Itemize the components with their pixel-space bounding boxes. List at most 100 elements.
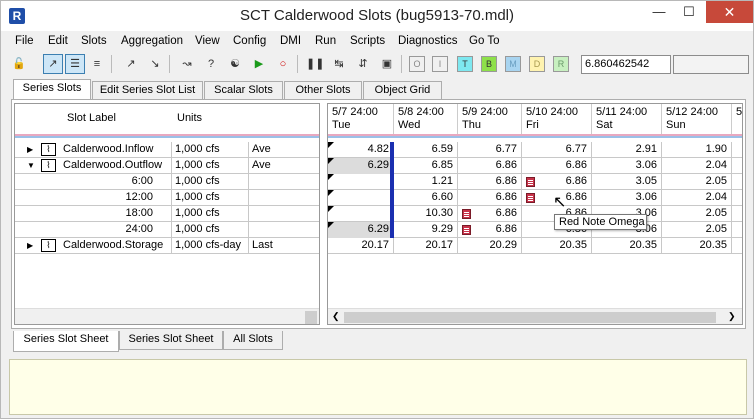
flag-d-icon[interactable]: D	[529, 56, 545, 72]
menu-diagnostics[interactable]: Diagnostics	[398, 35, 457, 47]
grid-cell[interactable]: 6.86	[458, 174, 522, 190]
tab-scalar-slots[interactable]: Scalar Slots	[204, 81, 283, 100]
slot-row[interactable]: 18:00 1,000 cfs	[15, 206, 319, 222]
menu-run[interactable]: Run	[315, 35, 336, 47]
expand-icon[interactable]: ▶	[27, 142, 33, 157]
note-icon[interactable]	[526, 177, 535, 187]
tab-series-slots[interactable]: Series Slots	[13, 79, 91, 100]
close-slot-icon[interactable]: ↘	[145, 54, 165, 74]
grid-cell[interactable]: 20.29	[458, 238, 522, 254]
date-column-header[interactable]: 5/8 24:00 Wed	[394, 104, 458, 134]
grid-cell[interactable]: 20.35	[662, 238, 732, 254]
grid-cell[interactable]: 4.82	[328, 142, 394, 158]
grid-cell[interactable]: 3.05	[592, 174, 662, 190]
bottom-tab-2[interactable]: Series Slot Sheet	[119, 331, 223, 350]
flag-o-icon[interactable]: O	[409, 56, 425, 72]
flag-b-icon[interactable]: B	[481, 56, 497, 72]
date-column-header[interactable]: 5/12 24:00 Sun	[662, 104, 732, 134]
columns-icon[interactable]: ☰	[65, 54, 85, 74]
date-column-header[interactable]: 5/	[732, 104, 742, 134]
slot-row[interactable]: 12:00 1,000 cfs	[15, 190, 319, 206]
grid-cell[interactable]: 2.04	[662, 158, 732, 174]
date-column-header[interactable]: 5/11 24:00 Sat	[592, 104, 662, 134]
grid-cell[interactable]	[328, 190, 394, 206]
menu-dmi[interactable]: DMI	[280, 35, 301, 47]
fit-height-icon[interactable]: ⇵	[353, 54, 373, 74]
grid-cell[interactable]: 20.17	[394, 238, 458, 254]
grid-cell[interactable]: 6.77	[458, 142, 522, 158]
scroll-right-icon[interactable]: ❯	[728, 311, 736, 322]
maximize-button[interactable]: ☐	[674, 1, 704, 23]
minimize-button[interactable]: —	[644, 1, 674, 23]
grid-cell[interactable]: 6.77	[522, 142, 592, 158]
grid-cell[interactable]: 1.21	[394, 174, 458, 190]
menu-aggregation[interactable]: Aggregation	[121, 35, 183, 47]
rows-icon[interactable]: ≡	[87, 54, 107, 74]
left-scrollbar[interactable]	[15, 308, 319, 324]
date-column-header[interactable]: 5/7 24:00 Tue	[328, 104, 394, 134]
run-person-icon[interactable]: ☯	[225, 54, 245, 74]
menu-config[interactable]: Config	[233, 35, 266, 47]
bottom-tab-1[interactable]: Series Slot Sheet	[13, 331, 119, 352]
note-icon[interactable]	[462, 209, 471, 219]
grid-cell[interactable]: 3.06	[592, 190, 662, 206]
grid-cell[interactable]: 20.35	[522, 238, 592, 254]
grid-cell[interactable]: 2.91	[592, 142, 662, 158]
slot-row[interactable]: ▶ ⌇ Calderwood.Inflow 1,000 cfs Ave	[15, 142, 319, 158]
slot-row[interactable]: 24:00 1,000 cfs	[15, 222, 319, 238]
grid-cell[interactable]: 6.86	[522, 158, 592, 174]
close-button[interactable]: ✕	[706, 1, 753, 23]
grid-cell[interactable]: 6.85	[394, 158, 458, 174]
series-graph-icon[interactable]: ⌇	[41, 143, 56, 156]
edit-slot-icon[interactable]: ↗	[43, 54, 63, 74]
series-graph-icon[interactable]: ⌇	[41, 239, 56, 252]
menu-edit[interactable]: Edit	[48, 35, 68, 47]
flag-i-icon[interactable]: I	[432, 56, 448, 72]
grid-cell[interactable]: 20.17	[328, 238, 394, 254]
date-column-header[interactable]: 5/9 24:00 Thu	[458, 104, 522, 134]
menu-view[interactable]: View	[195, 35, 220, 47]
grid-cell[interactable]: 9.29	[394, 222, 458, 238]
scroll-left-icon[interactable]: ❮	[332, 311, 340, 322]
series-graph-icon[interactable]: ⌇	[41, 159, 56, 172]
grid-cell[interactable]: 3.06	[592, 158, 662, 174]
value-field[interactable]: 6.860462542	[581, 55, 671, 74]
grid-cell[interactable]: 2.04	[662, 190, 732, 206]
date-column-header[interactable]: 5/10 24:00 Fri	[522, 104, 592, 134]
grid-cell[interactable]: 2.05	[662, 174, 732, 190]
fit-width-icon[interactable]: ↹	[329, 54, 349, 74]
flag-r-icon[interactable]: R	[553, 56, 569, 72]
open-slot-icon[interactable]: ↗	[121, 54, 141, 74]
grid-cell[interactable]	[328, 174, 394, 190]
flag-t-icon[interactable]: T	[457, 56, 473, 72]
grid-cell[interactable]: 1.90	[662, 142, 732, 158]
bars-icon[interactable]: ❚❚	[305, 54, 325, 74]
tab-edit-series-slot-list[interactable]: Edit Series Slot List	[92, 81, 203, 100]
menu-go-to[interactable]: Go To	[469, 35, 499, 47]
note-icon[interactable]	[462, 225, 471, 235]
menu-file[interactable]: File	[15, 35, 34, 47]
note-icon[interactable]	[526, 193, 535, 203]
grid-cell[interactable]: 6.86	[458, 158, 522, 174]
play-icon[interactable]: ▶	[249, 54, 269, 74]
grid-cell[interactable]: 10.30	[394, 206, 458, 222]
flag-m-icon[interactable]: M	[505, 56, 521, 72]
slot-row[interactable]: ▶ ⌇ Calderwood.Storage 1,000 cfs-day Last	[15, 238, 319, 254]
horizontal-scrollbar[interactable]: ❮ ❯	[328, 308, 742, 324]
bottom-tab-3[interactable]: All Slots	[223, 331, 283, 350]
slot-row[interactable]: ▼ ⌇ Calderwood.Outflow 1,000 cfs Ave	[15, 158, 319, 174]
grid-cell[interactable]: 6.59	[394, 142, 458, 158]
grid-cell[interactable]: 2.05	[662, 206, 732, 222]
plot-icon[interactable]: ↝	[177, 54, 197, 74]
grid-cell[interactable]: 6.86	[458, 190, 522, 206]
expand-icon[interactable]: ▶	[27, 238, 33, 253]
grid-cell[interactable]: 6.29	[328, 158, 394, 174]
menu-scripts[interactable]: Scripts	[350, 35, 385, 47]
tab-other-slots[interactable]: Other Slots	[284, 81, 362, 100]
grid-cell[interactable]: 6.60	[394, 190, 458, 206]
grid-cell[interactable]: 20.35	[592, 238, 662, 254]
fit-all-icon[interactable]: ▣	[377, 54, 397, 74]
equation-icon[interactable]: ?	[201, 54, 221, 74]
slot-row[interactable]: 6:00 1,000 cfs	[15, 174, 319, 190]
value-field-secondary[interactable]	[673, 55, 749, 74]
